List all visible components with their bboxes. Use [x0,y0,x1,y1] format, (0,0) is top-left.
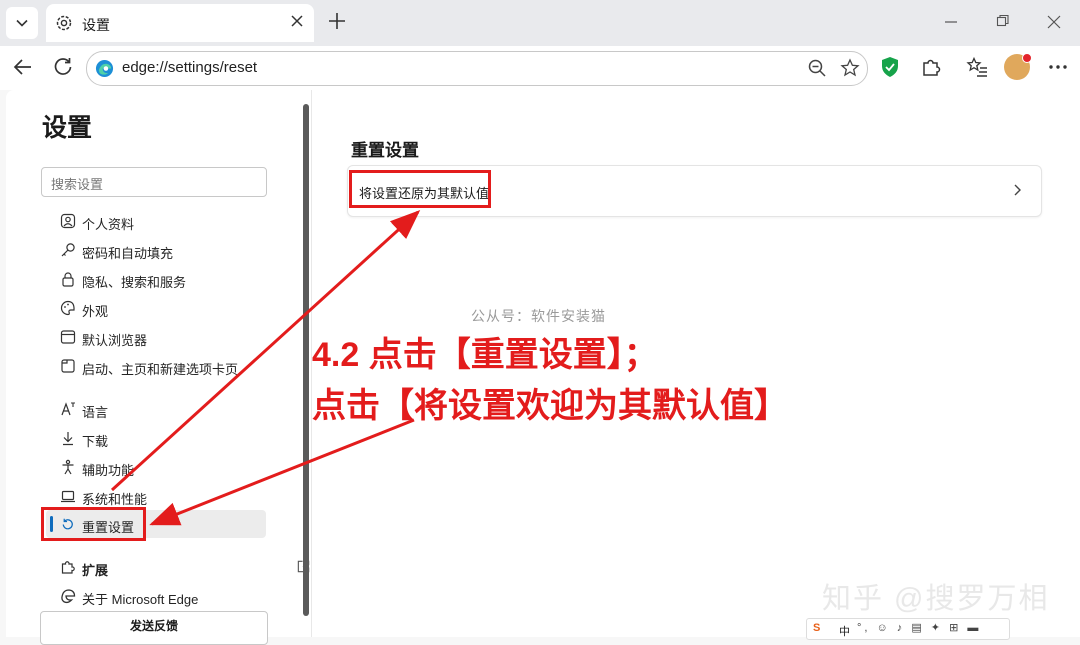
watermark-text: 公从号：软件安装猫 [471,308,606,324]
ime-logo: S [813,622,821,634]
annotation-line-2: 点击【将设置欢迎为其默认值】 [312,387,788,425]
ime-tool-icons: °, ☺ ♪ ▤ ✦ ⊞ ▬ [857,622,982,634]
zhihu-watermark: 知乎 @搜罗万相 [822,583,1050,615]
arrow-to-reset [149,418,415,526]
annotation-line-1: 4.2 点击【重置设置】； [312,336,658,374]
